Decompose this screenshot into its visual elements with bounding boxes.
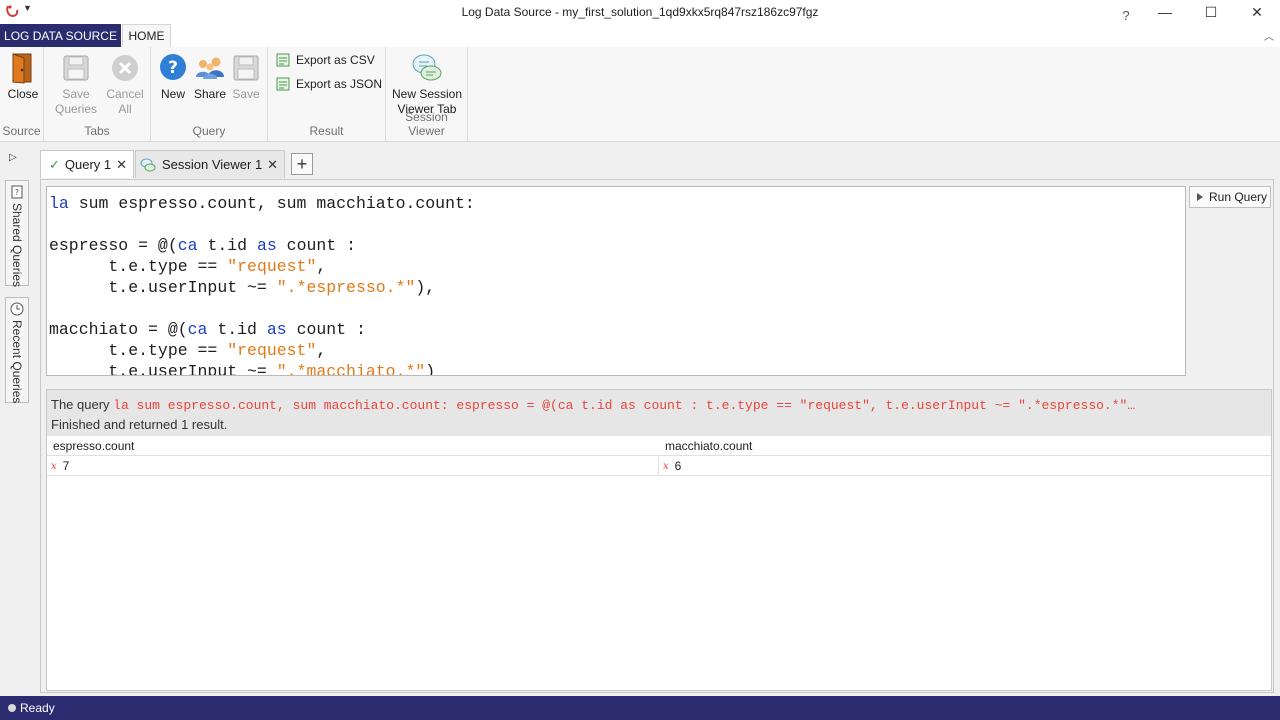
floppy-disk-icon xyxy=(60,51,92,85)
ribbon-tab-bar: LOG DATA SOURCE HOME ︿ xyxy=(0,24,1280,47)
column-header-macchiato-count[interactable]: macchiato.count xyxy=(665,439,752,453)
new-session-viewer-tab-button[interactable]: New Session Viewer Tab xyxy=(390,51,464,117)
side-tab-shared-queries[interactable]: ? Shared Queries xyxy=(5,180,29,288)
ribbon-group-label: Session Viewer xyxy=(405,110,448,138)
question-bubble-icon: ? xyxy=(157,51,189,85)
ribbon-group-session-viewer: New Session Viewer Tab Session Viewer xyxy=(386,47,468,142)
title-bar: ▼ Log Data Source - my_first_solution_1q… xyxy=(0,0,1280,24)
cancel-all-label-line2: All xyxy=(118,102,132,116)
ribbon-group-label: Tabs xyxy=(84,124,110,138)
code-line-7: macchiato = @(ca t.id as count : xyxy=(49,320,366,339)
share-label: Share xyxy=(193,87,227,101)
minimize-button[interactable]: — xyxy=(1142,0,1188,24)
save-queries-button[interactable]: Save Queries xyxy=(54,51,98,117)
side-tab-recent-label: Recent Queries xyxy=(10,320,24,404)
clock-icon xyxy=(10,302,24,316)
cell-espresso-count: 𝑥7 xyxy=(51,459,70,473)
shared-document-icon: ? xyxy=(11,185,23,199)
add-tab-button[interactable]: + xyxy=(291,153,313,175)
export-json-label: Export as JSON xyxy=(296,77,383,91)
query-tab-content: la sum espresso.count, sum macchiato.cou… xyxy=(40,179,1274,693)
ribbon-group-query: ? New Share Save Query xyxy=(151,47,268,142)
result-grid: espresso.count macchiato.count 𝑥7 𝑥6 xyxy=(47,436,1271,476)
save-label: Save xyxy=(232,87,260,101)
app-window: ▼ Log Data Source - my_first_solution_1q… xyxy=(0,0,1280,720)
numeric-value-icon: 𝑥 xyxy=(51,460,57,472)
csv-file-icon xyxy=(276,53,290,67)
new-label: New xyxy=(160,87,185,101)
collapse-ribbon-icon[interactable]: ︿ xyxy=(1264,28,1274,43)
ribbon-group-label: Result xyxy=(309,124,344,138)
result-status: Finished and returned 1 result. xyxy=(51,417,228,432)
executed-query-text: la sum espresso.count, sum macchiato.cou… xyxy=(113,398,1136,413)
result-panel: The query la sum espresso.count, sum mac… xyxy=(46,389,1272,691)
ribbon: Close Source Save Queries Cancel All Tab… xyxy=(0,47,1280,142)
chat-bubbles-icon xyxy=(411,51,443,85)
maximize-button[interactable]: ☐ xyxy=(1188,0,1234,24)
code-line-5: t.e.userInput ~= ".*espresso.*"), xyxy=(49,278,436,297)
query-editor[interactable]: la sum espresso.count, sum macchiato.cou… xyxy=(46,186,1186,376)
query-prefix: The query xyxy=(51,397,114,412)
run-query-button[interactable]: Run Query xyxy=(1189,186,1271,208)
status-indicator-icon xyxy=(8,704,16,712)
tab-home[interactable]: HOME xyxy=(122,24,171,47)
close-button[interactable]: Close xyxy=(6,51,40,102)
tab-log-data-source[interactable]: LOG DATA SOURCE xyxy=(0,24,121,47)
cell-macchiato-count: 𝑥6 xyxy=(663,459,682,473)
code-line-4: t.e.type == "request", xyxy=(49,257,327,276)
tab-query-1[interactable]: ✓ Query 1 ✕ xyxy=(40,150,134,178)
ribbon-group-result: Export as CSV Export as JSON Result xyxy=(268,47,386,142)
window-title: Log Data Source - my_first_solution_1qd9… xyxy=(461,5,819,19)
code-line-1: la sum espresso.count, sum macchiato.cou… xyxy=(49,194,475,213)
tab-session-viewer-1[interactable]: Session Viewer 1 ✕ xyxy=(135,150,285,178)
close-window-button[interactable]: ✕ xyxy=(1234,0,1280,24)
run-query-label: Run Query xyxy=(1209,190,1268,204)
ribbon-group-label: Source xyxy=(2,124,41,138)
code-line-9: t.e.userInput ~= ".*macchiato.*") xyxy=(49,362,436,376)
svg-text:?: ? xyxy=(15,188,19,197)
save-queries-label-line1: Save xyxy=(62,87,90,101)
cancel-all-button[interactable]: Cancel All xyxy=(104,51,146,117)
save-query-button[interactable]: Save xyxy=(231,51,261,102)
code-line-8: t.e.type == "request", xyxy=(49,341,327,360)
share-button[interactable]: Share xyxy=(193,51,227,102)
side-tab-shared-label: Shared Queries xyxy=(10,203,24,288)
cancel-circle-icon xyxy=(109,51,141,85)
save-queries-label-line2: Queries xyxy=(54,102,98,116)
side-tab-recent-queries[interactable]: Recent Queries xyxy=(5,297,29,403)
export-json-button[interactable]: Export as JSON xyxy=(276,77,382,91)
executed-query-line: The query la sum espresso.count, sum mac… xyxy=(51,397,1267,413)
export-csv-button[interactable]: Export as CSV xyxy=(276,53,375,67)
svg-text:?: ? xyxy=(168,58,178,78)
ribbon-group-source: Close Source xyxy=(0,47,44,142)
result-header: The query la sum espresso.count, sum mac… xyxy=(47,390,1271,436)
document-area: ✓ Query 1 ✕ Session Viewer 1 ✕ + la sum … xyxy=(38,146,1276,694)
table-row[interactable]: 𝑥7 𝑥6 xyxy=(47,456,1271,476)
close-tab-icon[interactable]: ✕ xyxy=(267,157,278,173)
door-icon xyxy=(7,51,39,85)
new-session-label-line1: New Session xyxy=(391,87,463,101)
expand-side-panel-icon[interactable]: ▷ xyxy=(9,152,17,163)
new-query-button[interactable]: ? New xyxy=(157,51,189,102)
close-tab-icon[interactable]: ✕ xyxy=(116,157,127,173)
export-csv-label: Export as CSV xyxy=(296,53,375,67)
ribbon-group-label: Query xyxy=(192,124,226,138)
people-share-icon xyxy=(194,51,226,85)
numeric-value-icon: 𝑥 xyxy=(663,460,669,472)
grid-header-row: espresso.count macchiato.count xyxy=(47,436,1271,456)
floppy-disk-icon xyxy=(230,51,262,85)
status-bar: Ready xyxy=(0,696,1280,720)
cancel-all-label-line1: Cancel xyxy=(106,87,144,101)
ribbon-group-tabs: Save Queries Cancel All Tabs xyxy=(44,47,151,142)
column-header-espresso-count[interactable]: espresso.count xyxy=(53,439,134,453)
code-line-3: espresso = @(ca t.id as count : xyxy=(49,236,356,255)
tab-query-1-label: Query 1 xyxy=(64,157,112,172)
close-label: Close xyxy=(7,87,39,101)
json-file-icon xyxy=(276,77,290,91)
check-icon: ✓ xyxy=(49,156,60,172)
play-icon xyxy=(1197,193,1203,201)
status-text: Ready xyxy=(20,701,55,715)
session-viewer-icon xyxy=(140,158,156,171)
tab-session-viewer-1-label: Session Viewer 1 xyxy=(162,157,263,172)
